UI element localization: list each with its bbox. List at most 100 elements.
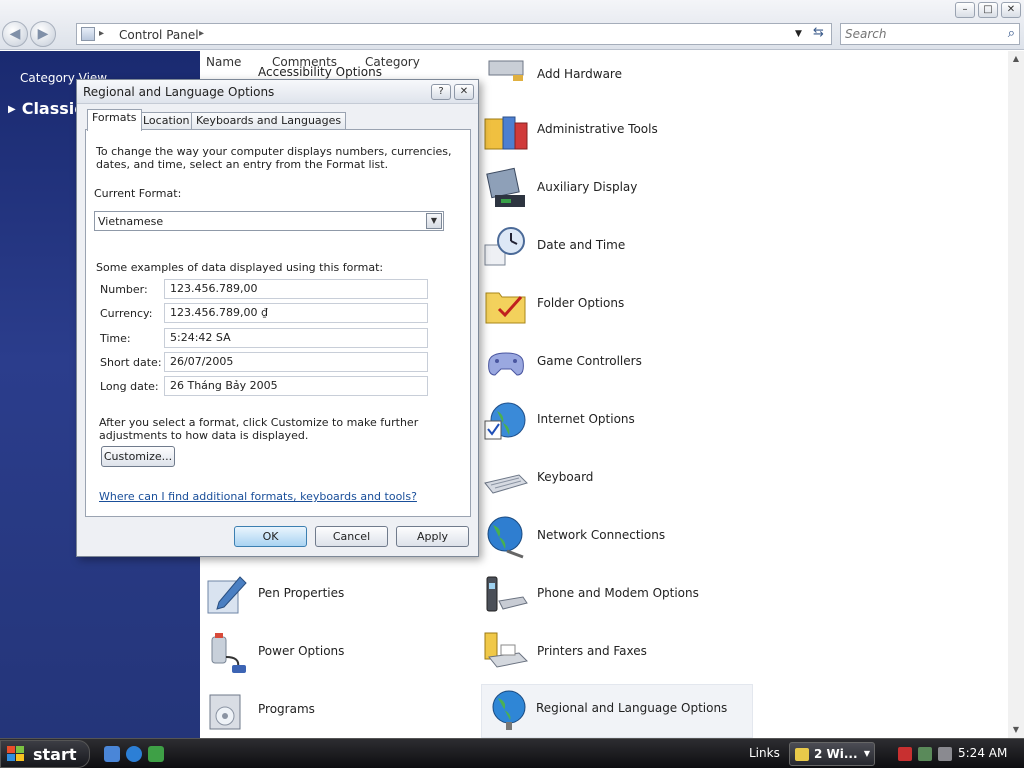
- keyboard-icon: [484, 474, 528, 494]
- additional-formats-link[interactable]: Where can I find additional formats, key…: [99, 490, 417, 503]
- refresh-icon[interactable]: ⇆: [813, 24, 824, 42]
- item-folder-options[interactable]: Folder Options: [483, 280, 753, 330]
- item-programs[interactable]: Programs: [204, 686, 474, 736]
- example-key: Currency:: [100, 307, 153, 320]
- example-key: Number:: [100, 283, 148, 296]
- item-auxiliary-display[interactable]: Auxiliary Display: [483, 164, 753, 214]
- scroll-down-icon[interactable]: ▼: [1008, 722, 1024, 738]
- item-phone-and-modem-options[interactable]: Phone and Modem Options: [483, 570, 753, 620]
- cancel-button[interactable]: Cancel: [315, 526, 388, 547]
- item-pen-properties[interactable]: Pen Properties: [204, 570, 474, 620]
- switch-windows-icon[interactable]: [148, 746, 164, 762]
- item-label: Phone and Modem Options: [537, 586, 699, 600]
- search-input[interactable]: [845, 26, 995, 42]
- dialog-close-button[interactable]: ✕: [454, 84, 474, 100]
- links-toolbar[interactable]: Links: [749, 746, 780, 760]
- close-button[interactable]: ✕: [1001, 2, 1021, 18]
- example-row-number: Number: 123.456.789,00: [100, 279, 430, 299]
- item-label: Power Options: [258, 644, 345, 658]
- internet-explorer-icon[interactable]: [126, 746, 142, 762]
- item-accessibility-options[interactable]: Accessibility Options: [204, 51, 474, 79]
- address-bar[interactable]: ▸ Control Panel ▸ ▼ ⇆: [76, 23, 832, 45]
- item-label: Add Hardware: [537, 67, 622, 81]
- maximize-button[interactable]: □: [978, 2, 998, 18]
- clock[interactable]: 5:24 AM: [958, 746, 1007, 760]
- formats-description: To change the way your computer displays…: [96, 145, 452, 171]
- globe-icon: [484, 402, 526, 440]
- item-printers-and-faxes[interactable]: Printers and Faxes: [483, 628, 753, 678]
- folder-icon: [485, 292, 526, 324]
- tab-formats[interactable]: Formats: [87, 109, 142, 131]
- item-administrative-tools[interactable]: Administrative Tools: [483, 106, 753, 156]
- example-row-currency: Currency: 123.456.789,00 ₫: [100, 303, 430, 323]
- dialog-title: Regional and Language Options: [83, 85, 275, 99]
- chevron-down-icon: ▼: [863, 749, 870, 758]
- breadcrumb-separator[interactable]: ▸: [99, 25, 104, 43]
- power-icon: [211, 633, 246, 673]
- example-key: Short date:: [100, 356, 162, 369]
- hardware-icon: [488, 60, 524, 81]
- item-label: Network Connections: [537, 528, 666, 542]
- example-row-long-date: Long date: 26 Tháng Bảy 2005: [100, 376, 430, 396]
- item-date-and-time[interactable]: Date and Time: [483, 222, 753, 272]
- taskbar-window-group[interactable]: 2 Wi... ▼: [789, 742, 875, 766]
- examples-label: Some examples of data displayed using th…: [96, 261, 384, 274]
- customize-button[interactable]: Customize...: [101, 446, 175, 467]
- network-tray-icon[interactable]: [918, 747, 932, 761]
- forward-button[interactable]: ▶: [30, 21, 56, 47]
- customize-hint: After you select a format, click Customi…: [99, 416, 419, 442]
- item-game-controllers[interactable]: Game Controllers: [483, 338, 753, 388]
- auxiliary-display-icon: [486, 167, 525, 207]
- start-label: start: [33, 745, 77, 764]
- programs-icon: [209, 694, 241, 730]
- current-format-select[interactable]: Vietnamese ▼: [94, 211, 444, 231]
- folder-icon: [795, 748, 809, 761]
- item-label: Printers and Faxes: [537, 644, 647, 658]
- item-network-connections[interactable]: Network Connections: [483, 512, 753, 562]
- vertical-scrollbar[interactable]: ▲ ▼: [1008, 51, 1024, 738]
- breadcrumb-control-panel[interactable]: Control Panel: [119, 26, 199, 44]
- tab-keyboards-and-languages[interactable]: Keyboards and Languages: [191, 112, 347, 130]
- item-label: Folder Options: [537, 296, 625, 310]
- item-label: Accessibility Options: [258, 65, 382, 79]
- item-regional-and-language-options[interactable]: Regional and Language Options: [481, 684, 753, 738]
- back-button[interactable]: ◀: [2, 21, 28, 47]
- tab-location[interactable]: Location: [138, 112, 195, 130]
- item-label: Pen Properties: [258, 586, 345, 600]
- chevron-down-icon[interactable]: ▼: [426, 213, 442, 229]
- item-label: Regional and Language Options: [536, 701, 728, 715]
- ok-button[interactable]: OK: [234, 526, 307, 547]
- item-label: Internet Options: [537, 412, 635, 426]
- pen-icon: [207, 576, 247, 614]
- item-power-options[interactable]: Power Options: [204, 628, 474, 678]
- security-shield-icon[interactable]: [898, 747, 912, 761]
- show-desktop-icon[interactable]: [104, 746, 120, 762]
- current-format-label: Current Format:: [94, 187, 182, 200]
- search-icon[interactable]: ⌕: [1008, 26, 1015, 41]
- breadcrumb-separator[interactable]: ▸: [199, 25, 204, 43]
- item-label: Keyboard: [537, 470, 594, 484]
- item-label: Programs: [258, 702, 315, 716]
- help-button[interactable]: ?: [431, 84, 451, 100]
- scroll-up-icon[interactable]: ▲: [1008, 51, 1024, 67]
- volume-icon[interactable]: [938, 747, 952, 761]
- dialog-titlebar[interactable]: Regional and Language Options ? ✕: [77, 80, 478, 104]
- printer-icon: [484, 632, 529, 668]
- address-dropdown-icon[interactable]: ▼: [795, 25, 802, 43]
- apply-button[interactable]: Apply: [396, 526, 469, 547]
- item-internet-options[interactable]: Internet Options: [483, 396, 753, 446]
- formats-panel: To change the way your computer displays…: [85, 129, 471, 517]
- window-toolbar: – □ ✕ ◀ ▶ ▸ Control Panel ▸ ▼ ⇆ ⌕: [0, 0, 1024, 50]
- start-button[interactable]: start: [0, 740, 90, 768]
- item-keyboard[interactable]: Keyboard: [483, 454, 753, 504]
- gamepad-icon: [488, 352, 524, 376]
- item-label: Game Controllers: [537, 354, 642, 368]
- example-row-time: Time: 5:24:42 SA: [100, 328, 430, 348]
- example-value: 123.456.789,00 ₫: [164, 303, 428, 323]
- search-box[interactable]: ⌕: [840, 23, 1020, 45]
- item-add-hardware[interactable]: Add Hardware: [483, 51, 753, 95]
- control-panel-icon: [81, 27, 95, 41]
- minimize-button[interactable]: –: [955, 2, 975, 18]
- clock-icon: [484, 227, 525, 266]
- example-key: Time:: [100, 332, 131, 345]
